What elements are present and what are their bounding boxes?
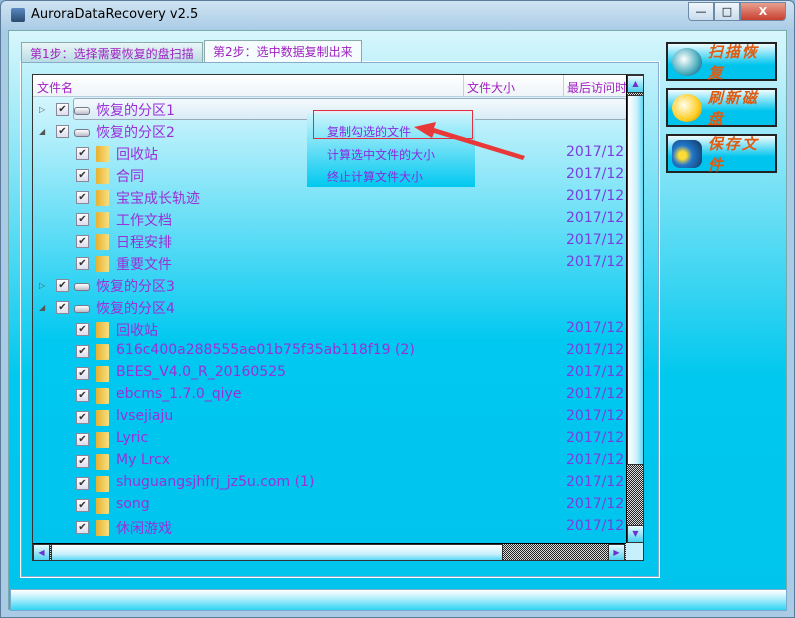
star-icon [672,139,702,168]
chat-bubbles-icon [672,93,702,122]
save-label: 保存文件 [707,134,759,174]
save-files-button[interactable]: 保存文件 [666,134,777,174]
scan-recover-button[interactable]: 扫描恢复 [666,42,777,82]
scan-label: 扫描恢复 [707,42,759,82]
status-bar [10,589,787,611]
refresh-label: 刷新磁盘 [707,88,759,128]
refresh-disk-button[interactable]: 刷新磁盘 [666,88,777,128]
magnifier-icon [672,47,702,76]
